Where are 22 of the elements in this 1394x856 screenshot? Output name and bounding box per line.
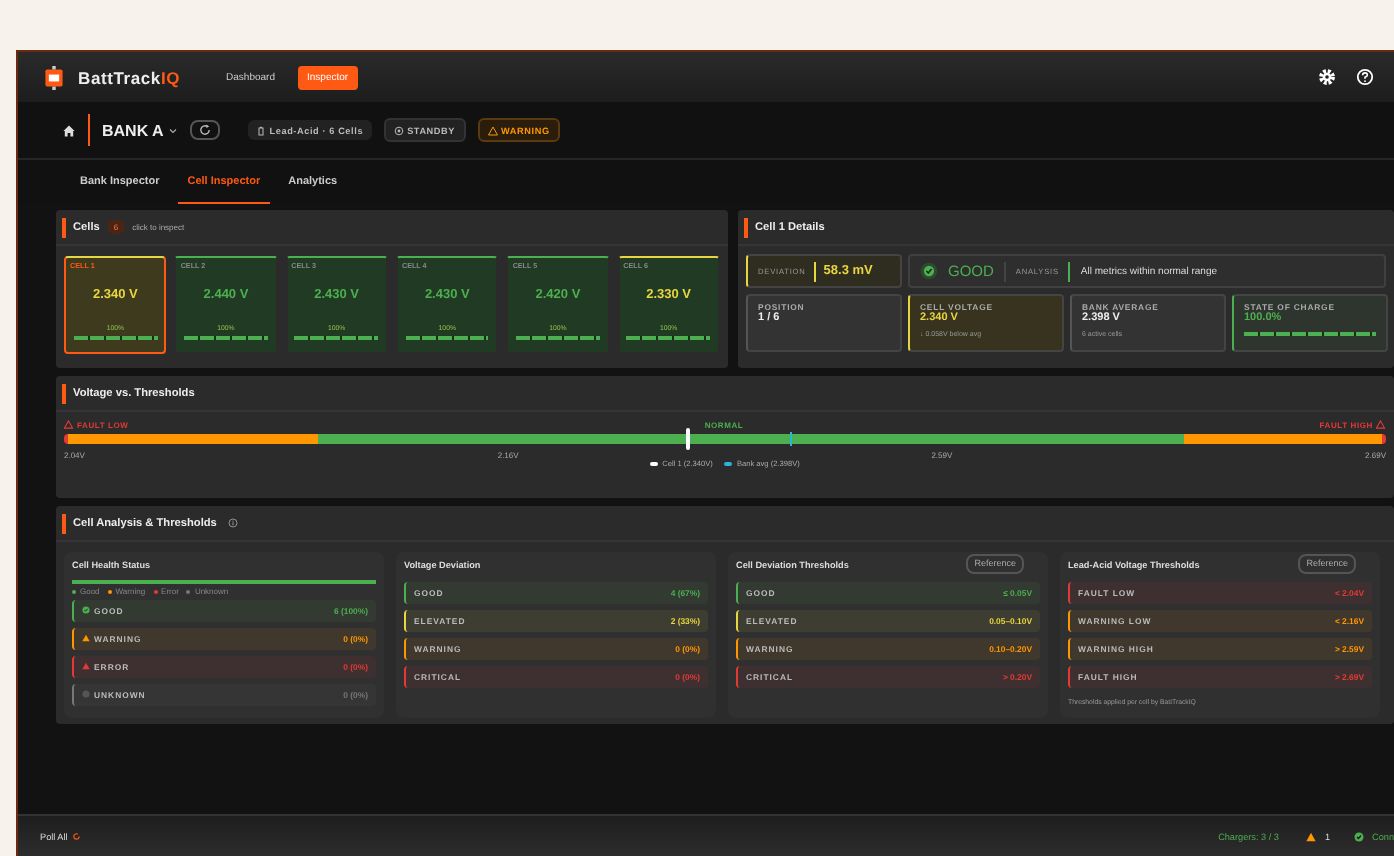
check-icon (82, 606, 90, 615)
info-icon[interactable] (228, 518, 239, 528)
refresh-icon (71, 831, 81, 841)
battery-icon (255, 125, 266, 135)
chevron-down-icon (167, 125, 178, 135)
help-icon[interactable] (1356, 68, 1374, 86)
circle-icon (82, 690, 90, 699)
warning-icon (487, 125, 498, 135)
refresh-icon[interactable] (189, 120, 220, 140)
app-title: BattTrackIQ (78, 67, 181, 87)
standby-icon (393, 125, 404, 135)
check-icon (1354, 831, 1365, 841)
home-icon[interactable] (62, 123, 76, 137)
warning-icon (1306, 831, 1317, 841)
settings-icon[interactable] (1318, 68, 1336, 86)
logo-icon (42, 65, 66, 89)
warning-icon (82, 634, 90, 643)
warning-icon (64, 420, 73, 430)
warning-icon (1376, 420, 1386, 430)
bank-selector[interactable]: BANK A (102, 121, 178, 139)
check-icon (920, 262, 938, 280)
warning-icon (82, 662, 90, 671)
